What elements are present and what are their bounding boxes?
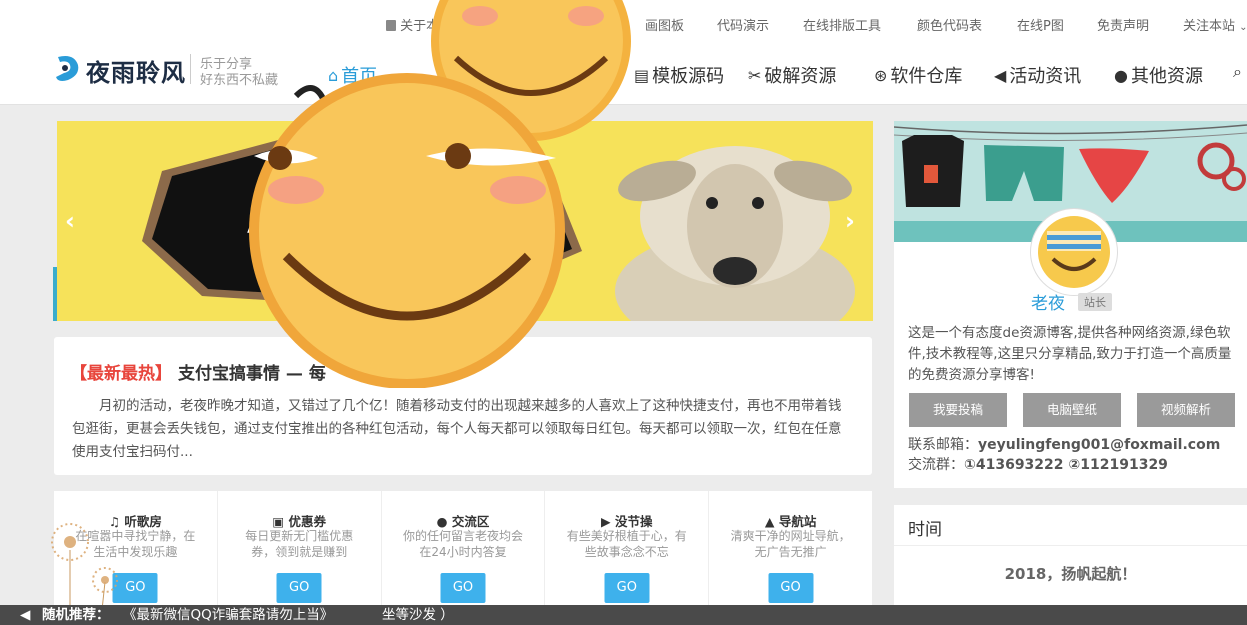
cart-icon: ▣ [272,514,285,529]
home-icon: ⌂ [328,65,339,85]
top-link-photo[interactable]: 在线P图 [1017,15,1064,34]
carousel-overlay-text: AP [247,193,318,244]
divider [894,545,1247,546]
featured-title[interactable]: 支付宝搞事情 — 每 [178,359,326,384]
github-icon: ● [1114,65,1128,85]
nav-item-home[interactable]: ⌂ 首页 [328,62,377,88]
card-go-button[interactable]: GO [440,573,486,603]
carousel-prev-button[interactable]: ‹ [65,207,75,235]
card-desc: 有些美好根植于心，有些故事念念不忘 [566,529,687,559]
top-link-typeset[interactable]: 在线排版工具 [803,15,881,34]
link-cards: ♫ 听歌房 在喧嚣中寻找宁静，在生活中发现乐趣 GO ▣ 优惠券 每日更新无门槛… [54,491,872,611]
doc-icon [386,20,396,31]
submit-post-button[interactable]: 我要投稿 [909,393,1007,427]
tree-icon: ▲ [764,514,775,529]
top-links-bar: 关于本 画图板 代码演示 在线排版工具 颜色代码表 在线P图 免责声明 关注本站… [0,0,1247,45]
logo-divider [190,54,191,84]
sheep-image [615,146,855,321]
avatar[interactable] [1031,209,1117,295]
top-link-paint[interactable]: 画图板 [645,15,684,34]
avatar-face-icon [1038,216,1110,288]
profile-badge: 站长 [1078,293,1112,311]
card-desc: 每日更新无门槛优惠券，领到就是赚到 [245,529,354,559]
top-link-colors[interactable]: 颜色代码表 [917,15,982,34]
play-icon: ▶ [601,514,611,529]
chevron-left-icon: ‹ [65,207,75,235]
time-widget-text: 2018，扬帆起航！ [1004,565,1137,583]
site-header: 夜雨聆风 乐于分享 好东西不私藏 ⌂ 首页 ▤ 模板源码 ✂ 破解资源 ⊛ 软件… [0,45,1247,105]
author-profile: 老夜 站长 这是一个有态度de资源博客,提供各种网络资源,绿色软件,技术教程等,… [894,121,1247,488]
carousel-next-button[interactable]: › [845,207,855,235]
hero-carousel[interactable]: AP ‹ › [57,121,873,321]
card-nav-site: ▲ 导航站 清爽干净的网址导航，无广告无推广 GO [709,491,872,611]
nav-item-software[interactable]: ⊛ 软件仓库 [874,62,962,88]
featured-excerpt: 月初的活动，老夜昨晚才知道，又错过了几个亿！随着移动支付的出现越来越多的人喜欢上… [72,398,842,460]
card-coupons: ▣ 优惠券 每日更新无门槛优惠券，领到就是赚到 GO [218,491,382,611]
card-go-button[interactable]: GO [768,573,814,603]
featured-tag: 【最新最热】 [70,364,172,384]
slogan-line2: 好东西不私藏 [200,73,279,88]
dandelion-decoration [51,523,118,610]
recommend-post-link[interactable]: 《最新微信QQ诈骗套路请勿上当》 [123,605,333,625]
search-button[interactable]: ⌕ [1233,62,1242,82]
card-stories: ▶ 没节操 有些美好根植于心，有些故事念念不忘 GO [545,491,710,611]
megaphone-icon: ◀ [994,65,1007,85]
card-go-button[interactable]: GO [276,573,322,603]
random-recommend-bar: ◀ 随机推荐： 《最新微信QQ诈骗套路请勿上当》 坐等沙发 ） [0,605,1247,625]
card-desc: 你的任何留言老夜均会在24小时内答复 [402,529,523,559]
scissors-icon: ✂ [748,65,762,85]
top-link-disclaimer[interactable]: 免责声明 [1097,15,1149,34]
top-link-code-demo[interactable]: 代码演示 [717,15,769,34]
top-link-follow[interactable]: 关注本站 ⌄ [1183,15,1247,34]
chevron-down-icon: ⌄ [1239,22,1247,33]
soccer-icon: ⊛ [874,65,888,85]
profile-name[interactable]: 老夜 [1031,289,1065,314]
profile-bio: 这是一个有态度de资源博客,提供各种网络资源,绿色软件,技术教程等,这里只分享精… [908,325,1232,383]
time-widget-heading: 时间 [908,520,942,540]
time-widget: 时间 2018，扬帆起航！ [894,505,1247,605]
top-link-about[interactable]: 关于本 [386,15,439,34]
chat-icon: ● [436,514,448,529]
carousel-banner-shape [142,131,582,311]
logo-text[interactable]: 夜雨聆风 [86,53,186,88]
nav-item-activities[interactable]: ◀ 活动资讯 [994,62,1081,88]
search-icon: ⌕ [1233,62,1242,81]
nav-item-templates[interactable]: ▤ 模板源码 [634,62,724,88]
nav-item-others[interactable]: ● 其他资源 [1114,62,1203,88]
chevron-right-icon: › [845,207,855,235]
recommend-comment-link[interactable]: 坐等沙发 ） [382,605,454,625]
speaker-icon: ◀ [20,607,31,623]
recommend-label: 随机推荐： [42,607,110,623]
featured-post: 【最新最热】 支付宝搞事情 — 每 月初的活动，老夜昨晚才知道，又错过了几个亿！… [54,337,872,475]
wallpapers-button[interactable]: 电脑壁纸 [1023,393,1121,427]
card-go-button[interactable]: GO [604,573,650,603]
nav-item-cracked[interactable]: ✂ 破解资源 [748,62,836,88]
file-icon: ▤ [634,65,650,85]
profile-email: 联系邮箱：yeyulingfeng001@foxmail.com [908,437,1221,453]
card-desc: 清爽干净的网址导航，无广告无推广 [730,529,851,559]
card-discussion: ● 交流区 你的任何留言老夜均会在24小时内答复 GO [382,491,546,611]
logo-icon[interactable] [54,53,82,83]
video-parse-button[interactable]: 视频解析 [1137,393,1235,427]
profile-groups: 交流群：①413693222 ②112191329 [908,457,1168,473]
